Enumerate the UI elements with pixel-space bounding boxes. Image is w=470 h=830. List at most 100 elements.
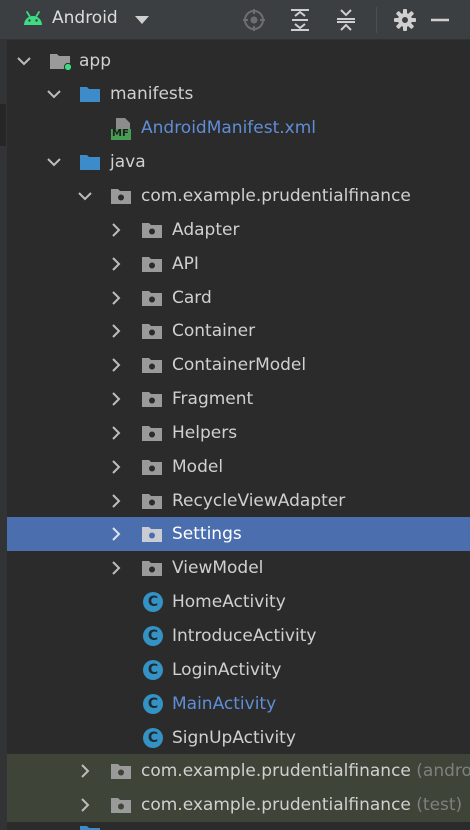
chevron-down-icon[interactable] — [46, 154, 62, 170]
tree-label-android-manifest: AndroidManifest.xml — [141, 118, 317, 138]
tree-label-folder: Container — [172, 321, 256, 341]
project-toolbar: Android — [0, 0, 470, 40]
tree-node-login-activity[interactable]: C LoginActivity — [7, 653, 470, 687]
tree-node-recycle-view-adapter[interactable]: RecycleViewAdapter — [7, 484, 470, 518]
tree-node-manifests[interactable]: manifests — [7, 77, 470, 111]
gear-icon[interactable] — [392, 7, 418, 33]
tree-node-partial — [7, 822, 470, 830]
tree-node-app[interactable]: app — [7, 44, 470, 78]
tree-node-android-test-package[interactable]: com.example.prudentialfinance (androidTe… — [7, 754, 470, 788]
tree-label-android-test-package: com.example.prudentialfinance (androidTe… — [141, 754, 470, 788]
tree-node-main-package[interactable]: com.example.prudentialfinance — [7, 179, 470, 213]
tree-label-folder: API — [172, 254, 199, 274]
tree-node-java[interactable]: java — [7, 145, 470, 179]
chevron-down-icon[interactable] — [16, 53, 32, 69]
chevron-right-icon[interactable] — [108, 493, 124, 509]
editor-gutter-strip — [0, 40, 7, 830]
tree-label-main-package: com.example.prudentialfinance — [141, 186, 411, 206]
tree-node-android-manifest[interactable]: MF AndroidManifest.xml — [7, 111, 470, 145]
class-icon: C — [143, 694, 163, 714]
chevron-right-icon[interactable] — [108, 323, 124, 339]
tree-node-api[interactable]: API — [7, 247, 470, 281]
folder-icon — [80, 155, 100, 170]
folder-icon — [80, 87, 100, 102]
package-icon — [142, 494, 162, 509]
chevron-right-icon[interactable] — [108, 526, 124, 542]
tree-node-container-model[interactable]: ContainerModel — [7, 348, 470, 382]
tree-label-folder: RecycleViewAdapter — [172, 491, 346, 511]
tree-label-folder: Model — [172, 457, 224, 477]
tree-label-folder: Card — [172, 288, 212, 308]
package-icon — [111, 764, 131, 779]
tree-label-folder: Adapter — [172, 220, 240, 240]
class-icon: C — [143, 592, 163, 612]
expand-all-icon[interactable] — [287, 7, 313, 33]
package-icon — [142, 358, 162, 373]
tree-label-class: MainActivity — [172, 694, 277, 714]
package-icon — [142, 527, 162, 542]
chevron-down-icon[interactable] — [46, 86, 62, 102]
collapse-all-icon[interactable] — [333, 7, 359, 33]
package-icon — [142, 460, 162, 475]
tree-node-helpers[interactable]: Helpers — [7, 416, 470, 450]
tree-label-java: java — [110, 152, 146, 172]
chevron-right-icon[interactable] — [108, 391, 124, 407]
hide-panel-icon[interactable] — [427, 7, 453, 33]
tree-label-class: IntroduceActivity — [172, 626, 317, 646]
tree-node-signup-activity[interactable]: C SignUpActivity — [7, 721, 470, 755]
tree-label-folder: ContainerModel — [172, 355, 307, 375]
chevron-right-icon[interactable] — [77, 763, 93, 779]
test-suffix: (test) — [416, 795, 463, 815]
tree-node-main-activity[interactable]: C MainActivity — [7, 687, 470, 721]
tree-node-card[interactable]: Card — [7, 281, 470, 315]
chevron-down-icon[interactable] — [134, 12, 150, 31]
tree-node-home-activity[interactable]: C HomeActivity — [7, 585, 470, 619]
tree-label-app: app — [79, 51, 111, 71]
tree-label-folder: Fragment — [172, 389, 254, 409]
chevron-right-icon[interactable] — [108, 560, 124, 576]
package-icon — [142, 257, 162, 272]
tree-label-folder: Settings — [172, 524, 242, 544]
select-opened-file-icon[interactable] — [241, 7, 267, 33]
tree-node-adapter[interactable]: Adapter — [7, 213, 470, 247]
chevron-right-icon[interactable] — [108, 256, 124, 272]
package-icon — [142, 291, 162, 306]
package-icon — [111, 798, 131, 813]
package-icon — [142, 223, 162, 238]
package-icon — [142, 426, 162, 441]
tree-label-class: HomeActivity — [172, 592, 286, 612]
tree-node-view-model[interactable]: ViewModel — [7, 551, 470, 585]
tree-node-container[interactable]: Container — [7, 314, 470, 348]
chevron-right-icon[interactable] — [108, 425, 124, 441]
chevron-right-icon[interactable] — [108, 290, 124, 306]
android-icon — [22, 9, 44, 31]
class-icon: C — [143, 660, 163, 680]
tree-label-class: SignUpActivity — [172, 728, 296, 748]
chevron-down-icon[interactable] — [77, 188, 93, 204]
tree-node-model[interactable]: Model — [7, 450, 470, 484]
android-test-suffix: (androidTest) — [416, 761, 470, 781]
tree-node-settings[interactable]: Settings — [7, 517, 470, 551]
package-icon — [142, 561, 162, 576]
chevron-right-icon[interactable] — [108, 357, 124, 373]
project-tree: app manifests MF AndroidManifest.xml jav… — [7, 40, 470, 830]
view-selector-label[interactable]: Android — [52, 8, 118, 28]
tree-label-folder: Helpers — [172, 423, 238, 443]
package-icon — [142, 324, 162, 339]
tree-label-manifests: manifests — [110, 84, 194, 104]
chevron-right-icon[interactable] — [108, 222, 124, 238]
module-folder-icon — [50, 54, 71, 70]
class-icon: C — [143, 728, 163, 748]
chevron-right-icon[interactable] — [77, 797, 93, 813]
tree-node-test-package[interactable]: com.example.prudentialfinance (test) — [7, 788, 470, 822]
class-icon: C — [143, 626, 163, 646]
package-icon — [111, 189, 131, 204]
tree-label-class: LoginActivity — [172, 660, 282, 680]
package-icon — [142, 392, 162, 407]
chevron-right-icon[interactable] — [108, 459, 124, 475]
tree-node-introduce-activity[interactable]: C IntroduceActivity — [7, 619, 470, 653]
tree-node-fragment[interactable]: Fragment — [7, 382, 470, 416]
manifest-file-icon: MF — [111, 118, 133, 140]
tree-label-test-package: com.example.prudentialfinance (test) — [141, 795, 463, 815]
tree-label-folder: ViewModel — [172, 558, 264, 578]
